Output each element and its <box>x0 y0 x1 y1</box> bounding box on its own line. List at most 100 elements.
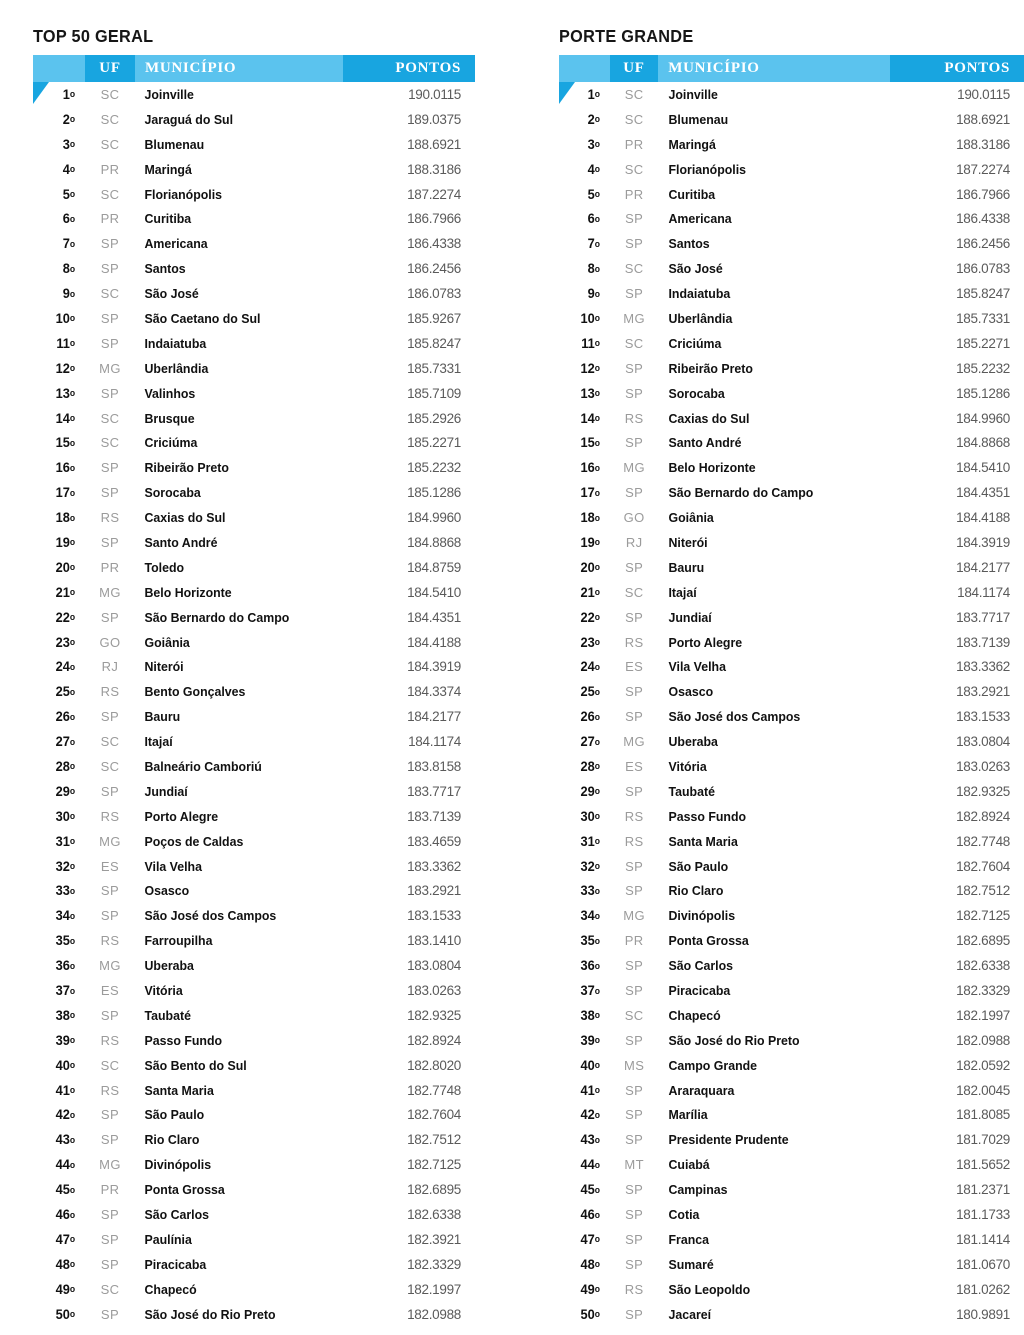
cell-pontos: 183.3362 <box>956 659 1011 675</box>
cell-pontos: 181.1733 <box>956 1207 1011 1223</box>
cell-uf: RS <box>624 808 644 824</box>
cell-pontos: 183.0263 <box>407 983 461 998</box>
cell-municipio: Campo Grande <box>668 1057 757 1073</box>
cell-uf: SP <box>100 236 120 252</box>
cell-rank: 37 o <box>580 983 601 998</box>
cell-rank: 37 o <box>55 983 76 998</box>
table-row: 2 o SC Blumenau 188.6921 <box>559 107 1024 132</box>
table-row: 29 o SP Jundiaí 183.7717 <box>33 779 475 804</box>
cell-municipio: Divinópolis <box>144 1157 212 1173</box>
cell-pontos: 183.4659 <box>407 833 461 849</box>
table-row: 27 o MG Uberaba 183.0804 <box>559 729 1024 754</box>
cell-municipio: Santos <box>144 261 186 277</box>
cell-rank: 35 o <box>580 933 601 949</box>
table-row: 12 o SP Ribeirão Preto 185.2232 <box>559 356 1024 381</box>
cell-municipio: São José dos Campos <box>144 908 277 924</box>
cell-municipio: Joinville <box>144 86 194 102</box>
cell-municipio: Goiânia <box>144 634 190 650</box>
cell-pontos: 182.7604 <box>956 858 1011 874</box>
table-row: 35 o RS Farroupilha 183.1410 <box>33 928 475 953</box>
cell-uf: SP <box>100 385 120 401</box>
cell-pontos: 182.7125 <box>407 1157 461 1173</box>
table-row: 39 o SP São José do Rio Preto 182.0988 <box>559 1028 1024 1053</box>
cell-uf: RS <box>624 410 644 426</box>
cell-pontos: 182.9325 <box>956 783 1011 799</box>
cell-rank: 11 o <box>581 335 601 351</box>
table-row: 6 o PR Curitiba 186.7966 <box>33 206 475 231</box>
table-row: 23 o GO Goiânia 184.4188 <box>33 630 475 655</box>
cell-municipio: Osasco <box>144 883 190 899</box>
cell-uf: MG <box>623 460 646 476</box>
cell-municipio: Osasco <box>668 684 713 700</box>
cell-municipio: São José do Rio Preto <box>668 1032 800 1048</box>
cell-rank: 8o <box>587 261 601 277</box>
cell-pontos: 182.6338 <box>956 958 1011 974</box>
table-row: 2 o SC Jaraguá do Sul 189.0375 <box>33 107 475 132</box>
cell-uf: PR <box>100 559 120 575</box>
cell-municipio: Itajaí <box>144 734 173 750</box>
cell-municipio: Indaiatuba <box>144 335 207 351</box>
cell-municipio: São Caetano do Sul <box>144 310 261 326</box>
cell-municipio: Blumenau <box>668 111 728 127</box>
cell-rank: 17 o <box>580 485 601 501</box>
cell-rank: 9o <box>587 286 601 302</box>
cell-municipio: Curitiba <box>668 186 715 202</box>
table-row: 33 o SP Osasco 183.2921 <box>33 879 475 904</box>
cell-municipio: Jacareí <box>668 1306 711 1322</box>
table-row: 19 o SP Santo André 184.8868 <box>33 530 475 555</box>
table-row: 3 o SC Blumenau 188.6921 <box>33 132 475 157</box>
cell-rank: 34 o <box>55 908 76 924</box>
table-row: 10 o SP São Caetano do Sul 185.9267 <box>33 306 475 331</box>
table-row: 19 o RJ Niterói 184.3919 <box>559 530 1024 555</box>
table-row: 13 o SP Valinhos 185.7109 <box>33 381 475 406</box>
cell-uf: SC <box>624 584 644 600</box>
table-row: 34 o SP São José dos Campos 183.1533 <box>33 903 475 928</box>
cell-uf: SP <box>625 360 644 376</box>
cell-uf: SP <box>625 211 644 227</box>
cell-rank: 40 o <box>580 1057 601 1073</box>
cell-rank: 33 o <box>55 883 76 899</box>
cell-municipio: Porto Alegre <box>668 634 742 650</box>
table-row: 12 o MG Uberlândia 185.7331 <box>33 356 475 381</box>
cell-uf: RS <box>100 1032 120 1048</box>
cell-rank: 50 o <box>55 1306 76 1322</box>
cell-uf: ES <box>625 758 644 774</box>
table-row: 20 o SP Bauru 184.2177 <box>559 555 1024 580</box>
cell-pontos: 186.7966 <box>956 186 1011 202</box>
cell-uf: SP <box>625 435 644 451</box>
cell-pontos: 183.7717 <box>956 609 1011 625</box>
cell-municipio: Florianópolis <box>668 161 746 177</box>
panel-top-50-geral: TOP 50 GERAL UF MUNICÍPIO PONTOS 1 o SC Joi… <box>0 26 512 1327</box>
cell-rank: 27 o <box>580 734 601 750</box>
cell-uf: RS <box>624 634 644 650</box>
cell-municipio: São José <box>668 261 723 277</box>
cell-pontos: 181.2371 <box>956 1182 1011 1198</box>
cell-municipio: Bauru <box>144 709 181 725</box>
cell-uf: SC <box>100 734 120 750</box>
cell-uf: SC <box>100 111 120 127</box>
cell-rank: 28 o <box>55 758 76 774</box>
cell-rank: 43 o <box>580 1132 601 1148</box>
cell-pontos: 182.0592 <box>956 1057 1011 1073</box>
table-row: 14 o RS Caxias do Sul 184.9960 <box>559 406 1024 431</box>
cell-rank: 14 o <box>55 410 76 426</box>
cell-uf: SP <box>100 460 120 476</box>
cell-municipio: Itajaí <box>668 584 697 600</box>
cell-pontos: 185.2232 <box>407 460 461 476</box>
cell-municipio: Uberlândia <box>144 360 209 376</box>
cell-rank: 7o <box>62 236 76 252</box>
cell-uf: RS <box>100 808 120 824</box>
cell-pontos: 182.7604 <box>407 1107 461 1123</box>
cell-municipio: Vila Velha <box>144 858 202 874</box>
cell-uf: SP <box>100 1207 120 1223</box>
table-row: 23 o RS Porto Alegre 183.7139 <box>559 630 1024 655</box>
cell-municipio: Santos <box>668 236 710 252</box>
cell-municipio: Toledo <box>144 559 185 575</box>
cell-pontos: 181.8085 <box>956 1107 1011 1123</box>
cell-municipio: Niterói <box>668 534 708 550</box>
cell-uf: SP <box>625 684 644 700</box>
cell-pontos: 188.6921 <box>956 111 1011 127</box>
table-row: 10 o MG Uberlândia 185.7331 <box>559 306 1024 331</box>
cell-uf: SP <box>625 1082 644 1098</box>
cell-pontos: 189.0375 <box>407 111 461 127</box>
